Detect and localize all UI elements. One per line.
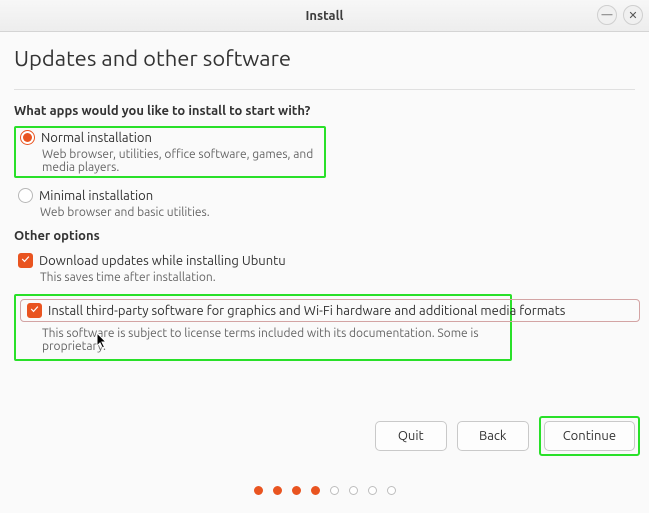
radio-icon	[18, 188, 33, 203]
pager	[0, 486, 649, 495]
updates-row[interactable]: Download updates while installing Ubuntu	[18, 253, 631, 268]
divider	[14, 89, 635, 90]
normal-install-desc: Web browser, utilities, office software,…	[42, 148, 320, 174]
pager-dot[interactable]	[387, 486, 396, 495]
window-controls: — ✕	[597, 5, 643, 25]
minimal-install-block: Minimal installation Web browser and bas…	[14, 186, 635, 221]
pager-dot[interactable]	[273, 486, 282, 495]
minimal-install-desc: Web browser and basic utilities.	[40, 206, 631, 219]
other-section-label: Other options	[14, 229, 635, 243]
thirdparty-label: Install third-party software for graphic…	[48, 304, 565, 318]
continue-highlight: Continue	[539, 416, 640, 456]
updates-label: Download updates while installing Ubuntu	[39, 254, 286, 268]
back-button[interactable]: Back	[457, 421, 529, 451]
pager-dot[interactable]	[254, 486, 263, 495]
window-title: Install	[306, 9, 344, 23]
updates-desc: This saves time after installation.	[40, 271, 631, 284]
content-area: Updates and other software What apps wou…	[0, 32, 649, 361]
thirdparty-desc: This software is subject to license term…	[42, 327, 506, 353]
minimize-button[interactable]: —	[597, 5, 617, 25]
normal-install-block: Normal installation Web browser, utiliti…	[14, 126, 326, 178]
thirdparty-row[interactable]: Install third-party software for graphic…	[20, 299, 640, 322]
page-title: Updates and other software	[14, 46, 635, 71]
radio-icon	[20, 130, 35, 145]
normal-install-row[interactable]: Normal installation	[20, 130, 320, 145]
updates-block: Download updates while installing Ubuntu…	[14, 251, 635, 286]
pager-dot[interactable]	[349, 486, 358, 495]
titlebar: Install — ✕	[0, 0, 649, 32]
minimal-install-label: Minimal installation	[39, 189, 153, 203]
quit-button[interactable]: Quit	[375, 421, 447, 451]
minimal-install-row[interactable]: Minimal installation	[18, 188, 631, 203]
checkbox-icon	[27, 303, 42, 318]
button-bar: Quit Back Continue	[375, 421, 635, 451]
pager-dot[interactable]	[368, 486, 377, 495]
normal-install-label: Normal installation	[41, 131, 152, 145]
pager-dot[interactable]	[311, 486, 320, 495]
apps-section-label: What apps would you like to install to s…	[14, 104, 635, 118]
close-button[interactable]: ✕	[623, 5, 643, 25]
pager-dot[interactable]	[330, 486, 339, 495]
continue-button[interactable]: Continue	[544, 421, 635, 451]
pager-dot[interactable]	[292, 486, 301, 495]
thirdparty-block: Install third-party software for graphic…	[14, 294, 512, 361]
checkbox-icon	[18, 253, 33, 268]
